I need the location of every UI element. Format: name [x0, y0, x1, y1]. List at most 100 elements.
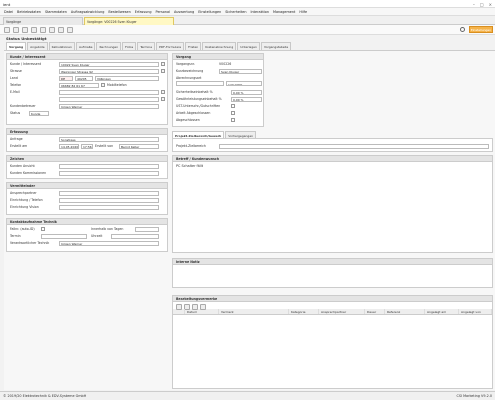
maximize-icon[interactable]: □ — [480, 2, 484, 7]
map-icon[interactable] — [161, 69, 165, 73]
refresh-icon[interactable] — [58, 26, 64, 33]
customer-field[interactable]: 10022 Sven Kluger — [59, 61, 159, 67]
section-tab[interactable]: Vorgang — [6, 42, 27, 50]
street-field[interactable]: Weininger Strasse 92 — [59, 68, 159, 74]
menu-item[interactable]: Auftragsabwicklung — [71, 10, 105, 14]
menu-item[interactable]: Betriebsdaten — [17, 10, 41, 14]
status-field[interactable]: Kunde — [29, 110, 49, 116]
section-tab[interactable]: Vorgangstabelle — [260, 42, 292, 50]
contact-panel: Kontaktaufnahme Technik Fallnr. (auto-ID… — [6, 218, 168, 252]
minimize-icon[interactable]: – — [473, 2, 475, 7]
customer-view-field[interactable] — [59, 163, 159, 169]
delete-icon[interactable] — [49, 26, 55, 33]
created-by-field[interactable]: Bernd Keller — [119, 143, 159, 149]
project-area-select[interactable] — [219, 143, 489, 149]
copy-icon[interactable] — [40, 26, 46, 33]
menu-item[interactable]: Sicherheiten — [225, 10, 246, 14]
add-icon[interactable] — [161, 97, 165, 101]
billing-type-select[interactable] — [176, 81, 224, 86]
grid-column-header[interactable]: Vermerk — [219, 309, 289, 314]
tab-vorgang-detail[interactable]: Vorgänge: V00226 Sven Kluger — [84, 17, 174, 25]
grid-column-header[interactable]: Ansprechpartner — [319, 309, 365, 314]
commission-field[interactable] — [59, 170, 159, 176]
section-tab[interactable]: PDF-Formulare — [156, 42, 185, 50]
subject-text[interactable]: PC Schalter fällt — [173, 162, 492, 170]
warranty-field[interactable]: 0,00 % — [231, 96, 262, 102]
menu-item[interactable]: Datei — [4, 10, 13, 14]
account-manager-field[interactable]: Jürgen Werner — [59, 103, 159, 109]
panel-header: Interne Notiz — [173, 259, 492, 265]
short-name-label: Kurzbezeichnung — [176, 69, 204, 73]
settings-button[interactable]: Einstellungen — [469, 26, 493, 33]
grid-column-header[interactable]: Dauer — [365, 309, 385, 314]
section-tab[interactable]: Fristen — [185, 42, 202, 50]
within-days-field[interactable] — [135, 226, 159, 232]
process-panel: Vorgang Vorgangsnr. V00226 Kurzbezeichnu… — [172, 53, 264, 127]
process-number-label: Vorgangsnr. — [176, 62, 195, 66]
print-icon[interactable] — [31, 26, 37, 33]
tab-vorgaenge[interactable]: Vorgänge — [3, 17, 83, 25]
section-tab[interactable]: Angebote — [27, 42, 48, 50]
menu-bar: Datei Betriebsdaten Stammdaten Auftragsabwi… — [0, 8, 495, 16]
work-done-checkbox[interactable] — [231, 111, 235, 115]
menu-item[interactable]: Bestellwesen — [108, 10, 130, 14]
appointment-field[interactable] — [41, 233, 87, 239]
section-tab[interactable]: Kalkulationen — [48, 42, 75, 50]
menu-item[interactable]: Auswertung — [174, 10, 194, 14]
grid-column-header[interactable]: Kategorie — [289, 309, 319, 314]
zip-field[interactable]: 49205 — [75, 75, 93, 81]
lookup-icon[interactable] — [161, 62, 165, 66]
ust-checkbox[interactable] — [231, 104, 235, 108]
city-field[interactable]: Vößingen — [95, 75, 159, 81]
menu-item[interactable]: Management — [273, 10, 295, 14]
help-icon[interactable] — [67, 26, 73, 33]
contact-person-select[interactable] — [59, 190, 159, 196]
extra-field[interactable] — [59, 96, 159, 102]
forward-icon[interactable] — [13, 26, 19, 33]
section-tab[interactable]: Unterlagen — [237, 42, 260, 50]
back-icon[interactable] — [4, 26, 10, 33]
grid-column-header[interactable]: Datum — [185, 309, 219, 314]
phone-field[interactable]: 06682 82 61 67 — [59, 82, 99, 88]
request-select[interactable]: Sonstiges — [59, 136, 159, 142]
grid-column-header[interactable]: Angelegt von — [459, 309, 492, 314]
facility-phone-field[interactable] — [59, 197, 159, 203]
time-field[interactable] — [111, 233, 159, 239]
security-field[interactable]: 0,00 % — [231, 89, 262, 95]
created-time-field[interactable]: 17:56 — [81, 143, 93, 149]
case-number-label: Fallnr. (auto-ID) — [10, 227, 35, 231]
menu-item[interactable]: Interaktion — [251, 10, 270, 14]
section-tabs: Vorgang Angebote Kalkulationen Aufmaße Rechn… — [6, 42, 292, 50]
mail-icon[interactable] — [161, 90, 165, 94]
menu-item[interactable]: Einstellungen — [198, 10, 221, 14]
menu-item[interactable]: Personal — [156, 10, 170, 14]
menu-item[interactable]: Stammdaten — [45, 10, 67, 14]
menu-item[interactable]: Erfassung — [135, 10, 152, 14]
version-text: CSI Marketing V9.2.0 — [456, 394, 492, 398]
closed-checkbox[interactable] — [231, 118, 235, 122]
section-tab[interactable]: Termine — [137, 42, 156, 50]
menu-item[interactable]: Hilfe — [299, 10, 307, 14]
time-label: Uhrzeit — [91, 234, 103, 238]
page-title: Status Unbestätigt — [6, 36, 47, 41]
responsible-select[interactable]: Jürgen Werner — [59, 240, 159, 246]
phone-icon[interactable] — [101, 83, 105, 87]
grid-column-header[interactable]: Referenz — [385, 309, 425, 314]
close-icon[interactable]: × — [489, 2, 492, 7]
section-tab[interactable]: Kostenabrechnung — [202, 42, 237, 50]
grid-column-header[interactable]: Angelegt am — [425, 309, 459, 314]
amount-field[interactable]: 120.0000 — [226, 81, 262, 86]
case-number-checkbox[interactable] — [41, 227, 45, 231]
section-tab[interactable]: Aufmaße — [75, 42, 96, 50]
warranty-label: Gewährleistungseinbehalt % — [176, 97, 222, 101]
section-tab[interactable]: Rechnungen — [96, 42, 122, 50]
country-field[interactable]: DE — [59, 75, 73, 81]
copyright-text: © 2019/20 Elektrotechnik & EDV-Systeme G… — [3, 394, 87, 398]
email-field[interactable] — [59, 89, 159, 95]
short-name-field[interactable]: Sven Kluger — [219, 68, 262, 74]
created-date-field[interactable]: 14.05.2020 — [59, 143, 79, 149]
section-tab[interactable]: Fotos — [122, 42, 137, 50]
search-icon[interactable] — [460, 27, 465, 32]
facility-vision-field[interactable] — [59, 204, 159, 210]
save-icon[interactable] — [22, 26, 28, 33]
